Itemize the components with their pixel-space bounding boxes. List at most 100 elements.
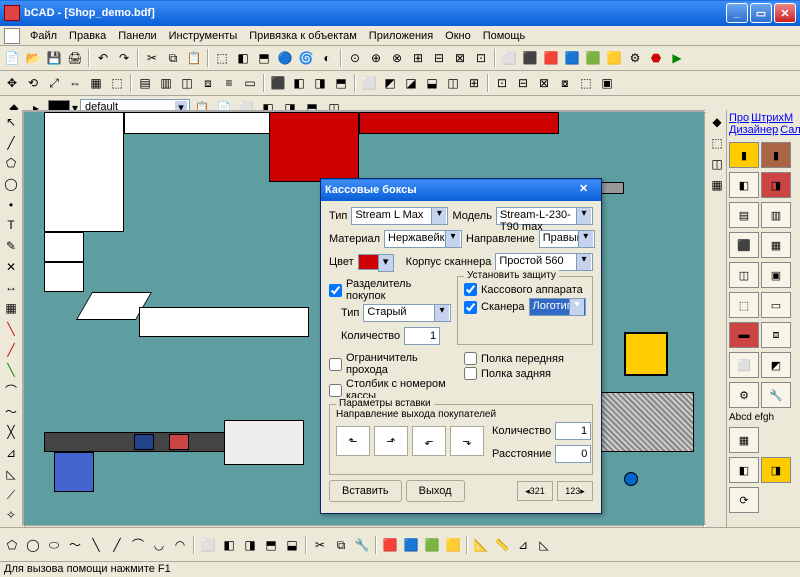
- t2-9-icon[interactable]: ◫: [177, 73, 197, 93]
- t2-10-icon[interactable]: ⧈: [198, 73, 218, 93]
- menu-edit[interactable]: Правка: [63, 28, 112, 44]
- tool-a-icon[interactable]: ⬚: [212, 48, 232, 68]
- open-icon[interactable]: 📂: [23, 48, 43, 68]
- menu-help[interactable]: Помощь: [477, 28, 532, 44]
- new-icon[interactable]: 📄: [2, 48, 22, 68]
- bt-4-icon[interactable]: 〜: [65, 535, 85, 555]
- link-designer[interactable]: Дизайнер: [729, 124, 778, 136]
- bt-21-icon[interactable]: 🟨: [443, 535, 463, 555]
- dir-1-button[interactable]: ⬑: [336, 426, 370, 456]
- pal-15[interactable]: ⬜: [729, 352, 759, 378]
- t2-16-icon[interactable]: ⬒: [331, 73, 351, 93]
- snap-7-icon[interactable]: ⊡: [471, 48, 491, 68]
- snap-1-icon[interactable]: ⊙: [345, 48, 365, 68]
- divider-type-select[interactable]: Старый: [363, 304, 451, 322]
- lt-dim-icon[interactable]: ↔: [1, 278, 21, 298]
- protect-scanner-checkbox[interactable]: [464, 301, 477, 314]
- pal-14[interactable]: ⧈: [761, 322, 791, 348]
- nav-next-button[interactable]: 123▸: [557, 481, 593, 501]
- close-button[interactable]: ✕: [774, 3, 796, 23]
- save-icon[interactable]: 💾: [44, 48, 64, 68]
- doc-icon[interactable]: [4, 28, 20, 44]
- link-stroke[interactable]: ШтрихМ: [751, 112, 793, 124]
- t2-cube2-icon[interactable]: ◩: [380, 73, 400, 93]
- pal-11[interactable]: ⬚: [729, 292, 759, 318]
- view-4-icon[interactable]: 🟦: [562, 48, 582, 68]
- direction-select[interactable]: Правый: [539, 230, 595, 248]
- lt-line-icon[interactable]: ╱: [1, 133, 21, 153]
- pal-12[interactable]: ▭: [761, 292, 791, 318]
- cut-icon[interactable]: ✂: [142, 48, 162, 68]
- divider-checkbox[interactable]: [329, 284, 342, 297]
- lt-point-icon[interactable]: •: [1, 195, 21, 215]
- pal-16[interactable]: ◩: [761, 352, 791, 378]
- bt-2-icon[interactable]: ◯: [23, 535, 43, 555]
- undo-icon[interactable]: ↶: [93, 48, 113, 68]
- ins-qty-input[interactable]: [555, 422, 591, 440]
- t2-15-icon[interactable]: ◨: [310, 73, 330, 93]
- lt-l8-icon[interactable]: ◺: [1, 464, 21, 484]
- pal-18[interactable]: 🔧: [761, 382, 791, 408]
- view-3-icon[interactable]: 🟥: [541, 48, 561, 68]
- lt-poly-icon[interactable]: ⬠: [1, 153, 21, 173]
- t2-m2-icon[interactable]: ⊟: [513, 73, 533, 93]
- bt-19-icon[interactable]: 🟦: [401, 535, 421, 555]
- lt-l4-icon[interactable]: ⌒: [1, 381, 21, 401]
- lt-l2-icon[interactable]: ╱: [1, 340, 21, 360]
- menu-tools[interactable]: Инструменты: [163, 28, 244, 44]
- go-icon[interactable]: ▶: [667, 48, 687, 68]
- snap-5-icon[interactable]: ⊟: [429, 48, 449, 68]
- bt-1-icon[interactable]: ⬠: [2, 535, 22, 555]
- t2-6-icon[interactable]: ⬚: [107, 73, 127, 93]
- bt-7-icon[interactable]: ⌒: [128, 535, 148, 555]
- pal-8[interactable]: ▦: [761, 232, 791, 258]
- bt-22-icon[interactable]: 📐: [471, 535, 491, 555]
- menu-apps[interactable]: Приложения: [363, 28, 439, 44]
- lt-l7-icon[interactable]: ⊿: [1, 443, 21, 463]
- snap-6-icon[interactable]: ⊠: [450, 48, 470, 68]
- pal-21[interactable]: ◨: [761, 457, 791, 483]
- bt-12-icon[interactable]: ◨: [240, 535, 260, 555]
- t2-3-icon[interactable]: ⤢: [44, 73, 64, 93]
- t2-m4-icon[interactable]: ⧇: [555, 73, 575, 93]
- snap-3-icon[interactable]: ⊗: [387, 48, 407, 68]
- rt-1-icon[interactable]: ◆: [707, 112, 727, 132]
- material-select[interactable]: Нержавейка: [384, 230, 462, 248]
- copy-icon[interactable]: ⧉: [163, 48, 183, 68]
- divider-qty-input[interactable]: [404, 327, 440, 345]
- bt-16-icon[interactable]: ⧉: [331, 535, 351, 555]
- column-checkbox[interactable]: [329, 384, 342, 397]
- pal-6[interactable]: ▥: [761, 202, 791, 228]
- t2-2-icon[interactable]: ⟲: [23, 73, 43, 93]
- rt-3-icon[interactable]: ◫: [707, 154, 727, 174]
- bt-9-icon[interactable]: ◠: [170, 535, 190, 555]
- lt-hatch-icon[interactable]: ▦: [1, 298, 21, 318]
- bt-15-icon[interactable]: ✂: [310, 535, 330, 555]
- print-icon[interactable]: 🖨: [65, 48, 85, 68]
- bt-25-icon[interactable]: ◺: [534, 535, 554, 555]
- model-select[interactable]: Stream-L-230-T90 max: [496, 207, 593, 225]
- insert-button[interactable]: Вставить: [329, 480, 402, 502]
- view-5-icon[interactable]: 🟩: [583, 48, 603, 68]
- dir-3-button[interactable]: ⬐: [412, 426, 446, 456]
- color-select[interactable]: [358, 254, 394, 270]
- bt-18-icon[interactable]: 🟥: [380, 535, 400, 555]
- bt-10-icon[interactable]: ⬜: [198, 535, 218, 555]
- pal-7[interactable]: ⬛: [729, 232, 759, 258]
- t2-7-icon[interactable]: ▤: [135, 73, 155, 93]
- tool-b-icon[interactable]: ◧: [233, 48, 253, 68]
- t2-m5-icon[interactable]: ⬚: [576, 73, 596, 93]
- t2-m3-icon[interactable]: ⊠: [534, 73, 554, 93]
- pal-19[interactable]: ▦: [729, 427, 759, 453]
- lt-ellipse-icon[interactable]: ◯: [1, 174, 21, 194]
- lt-l1-icon[interactable]: ╲: [1, 319, 21, 339]
- redo-icon[interactable]: ↷: [114, 48, 134, 68]
- scanner-body-select[interactable]: Простой 560: [495, 253, 593, 271]
- shelf-back-checkbox[interactable]: [464, 367, 477, 380]
- bt-23-icon[interactable]: 📏: [492, 535, 512, 555]
- tool-f-icon[interactable]: ◐: [317, 48, 337, 68]
- t2-8-icon[interactable]: ▥: [156, 73, 176, 93]
- pal-1[interactable]: ▮: [729, 142, 759, 168]
- pal-20[interactable]: ◧: [729, 457, 759, 483]
- t2-13-icon[interactable]: ⬛: [268, 73, 288, 93]
